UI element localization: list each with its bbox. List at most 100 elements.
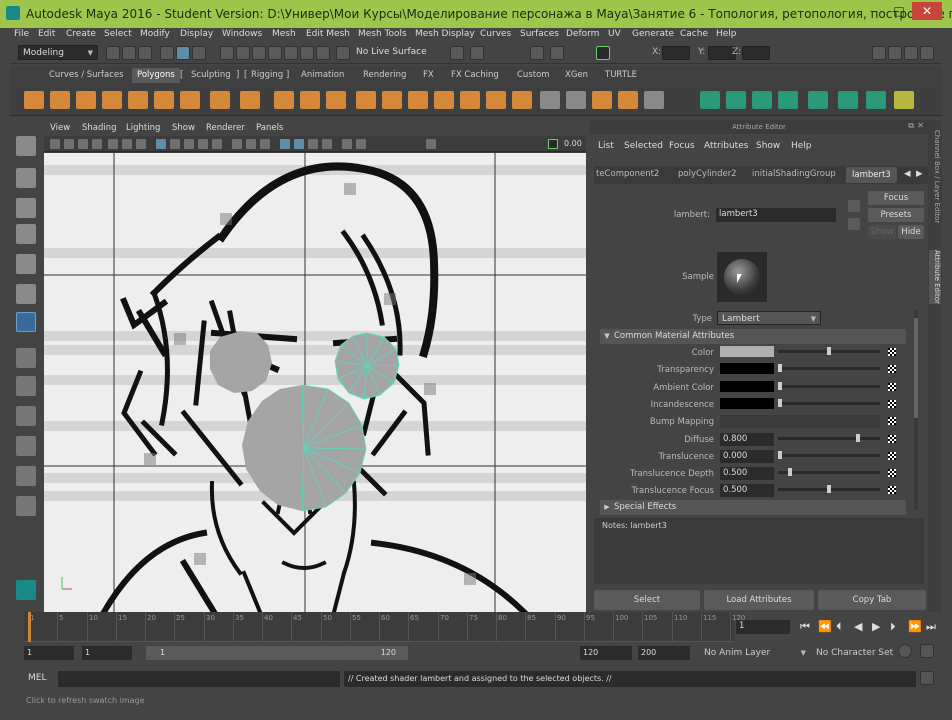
menu-modify[interactable]: Modify: [140, 29, 170, 39]
exposure-icon[interactable]: [356, 139, 366, 149]
tab-attribute-editor[interactable]: Attribute Editor: [929, 250, 941, 304]
go-to-start-icon[interactable]: ⏮: [800, 620, 810, 634]
gamma-icon[interactable]: [426, 139, 436, 149]
single-view-layout-icon[interactable]: [16, 348, 36, 368]
map-texture-icon[interactable]: [888, 400, 896, 408]
poly-torus-icon[interactable]: [154, 91, 174, 109]
map-texture-icon[interactable]: [888, 435, 896, 443]
menu-uv[interactable]: UV: [608, 29, 621, 39]
go-to-output-icon[interactable]: [848, 218, 860, 230]
playback-end-field[interactable]: 120: [580, 646, 632, 660]
gamma-value[interactable]: 0.00: [564, 139, 582, 148]
close-panel-icon[interactable]: ✕: [917, 121, 924, 130]
play-backward-icon[interactable]: ◀: [854, 620, 862, 633]
bevel-icon[interactable]: [434, 91, 454, 109]
menu-mesh-display[interactable]: Mesh Display: [415, 29, 475, 39]
presets-button[interactable]: Presets: [868, 208, 924, 222]
poly-sphere-icon[interactable]: [24, 91, 44, 109]
range-slider[interactable]: 1 120: [146, 646, 408, 660]
attribute-slider[interactable]: [778, 364, 880, 372]
poly-cylinder-icon[interactable]: [76, 91, 96, 109]
slider-handle[interactable]: [788, 468, 792, 476]
color-swatch[interactable]: [720, 346, 774, 357]
load-attributes-button[interactable]: Load Attributes: [704, 590, 814, 610]
close-button[interactable]: ✕: [912, 2, 942, 20]
menu-curves[interactable]: Curves: [480, 29, 511, 39]
vp-menu-lighting[interactable]: Lighting: [126, 123, 160, 133]
shelf-tab-curves-surfaces[interactable]: Curves / Surfaces: [44, 68, 129, 83]
slider-handle[interactable]: [856, 434, 860, 442]
uv-planar-icon[interactable]: [700, 91, 720, 109]
shelf-tab-fx[interactable]: FX: [418, 68, 439, 83]
map-texture-icon[interactable]: [888, 486, 896, 494]
scale-tool-icon[interactable]: [16, 284, 36, 304]
select-hierarchy-icon[interactable]: [160, 46, 174, 60]
color-swatch[interactable]: [720, 381, 774, 392]
wireframe-on-shaded-icon[interactable]: [184, 139, 194, 149]
menu-mesh-tools[interactable]: Mesh Tools: [358, 29, 407, 39]
snap-surface-icon[interactable]: [284, 46, 298, 60]
current-time-marker[interactable]: [28, 612, 31, 642]
offset-edge-loop-icon[interactable]: [566, 91, 586, 109]
ipr-render-icon[interactable]: [470, 46, 484, 60]
playback-start-field[interactable]: 1: [82, 646, 132, 660]
two-view-layout-icon[interactable]: [16, 406, 36, 426]
graph-layout-icon[interactable]: [16, 466, 36, 486]
menu-help[interactable]: Help: [716, 29, 737, 39]
select-tool-icon[interactable]: [16, 136, 36, 156]
vp-menu-shading[interactable]: Shading: [82, 123, 117, 133]
ae-menu-focus[interactable]: Focus: [669, 141, 695, 151]
script-language-toggle[interactable]: MEL: [28, 673, 46, 683]
bookmark-icon[interactable]: [78, 139, 88, 149]
modeling-toolkit-icon[interactable]: [872, 46, 886, 60]
animation-prefs-icon[interactable]: [920, 644, 934, 658]
combine-icon[interactable]: [274, 91, 294, 109]
attribute-slider[interactable]: [778, 485, 880, 493]
script-editor-icon[interactable]: [920, 671, 934, 685]
vp-menu-show[interactable]: Show: [172, 123, 195, 133]
poly-cone-icon[interactable]: [102, 91, 122, 109]
textured-icon[interactable]: [198, 139, 208, 149]
tool-settings-icon[interactable]: [904, 46, 918, 60]
shelf-tab-rendering[interactable]: Rendering: [358, 68, 411, 83]
vp-menu-view[interactable]: View: [50, 123, 70, 133]
delete-edge-icon[interactable]: [618, 91, 638, 109]
slider-handle[interactable]: [778, 451, 782, 459]
ambient-occlusion-icon[interactable]: [246, 139, 256, 149]
select-component-icon[interactable]: [192, 46, 206, 60]
go-to-end-icon[interactable]: ⏭: [926, 620, 936, 634]
attribute-editor-toggle-icon[interactable]: [888, 46, 902, 60]
uv-unfold-icon[interactable]: [808, 91, 828, 109]
camera-attributes-icon[interactable]: [64, 139, 74, 149]
attribute-value-field[interactable]: 0.500: [720, 484, 774, 497]
shelf-tab-custom[interactable]: Custom: [512, 68, 555, 83]
map-texture-icon[interactable]: [888, 452, 896, 460]
slider-handle[interactable]: [778, 399, 782, 407]
current-frame-field[interactable]: 1: [736, 620, 790, 634]
menu-edit-mesh[interactable]: Edit Mesh: [306, 29, 350, 39]
shelf-tab-polygons[interactable]: Polygons: [132, 68, 180, 83]
tab-lambert3[interactable]: lambert3: [846, 167, 897, 183]
time-ruler[interactable]: 1 5 10 15 20 25 30 35 40 45 50 55 60 65 70 75 80 85 90 95 10…: [24, 612, 745, 642]
float-panel-icon[interactable]: ⧉: [908, 121, 914, 131]
isolate-select-icon[interactable]: [308, 139, 318, 149]
focus-button[interactable]: Focus: [868, 191, 924, 205]
menu-windows[interactable]: Windows: [222, 29, 262, 39]
select-button[interactable]: Select: [594, 590, 700, 610]
attribute-value-field[interactable]: 0.800: [720, 433, 774, 446]
extrude-icon[interactable]: [382, 91, 402, 109]
image-plane-icon[interactable]: [92, 139, 102, 149]
attribute-slider[interactable]: [778, 399, 880, 407]
insert-edge-loop-icon[interactable]: [540, 91, 560, 109]
vp-menu-panels[interactable]: Panels: [256, 123, 283, 133]
sample-swatch[interactable]: [717, 252, 767, 302]
snap-grid-icon[interactable]: [220, 46, 234, 60]
attribute-slider[interactable]: [778, 468, 880, 476]
poly-platonic-icon[interactable]: [210, 91, 230, 109]
step-back-frame-icon[interactable]: ⏴: [836, 620, 842, 634]
open-scene-icon[interactable]: [122, 46, 136, 60]
attribute-slider[interactable]: [778, 382, 880, 390]
tab-prev-icon[interactable]: ◀: [904, 169, 911, 179]
menu-select[interactable]: Select: [104, 29, 132, 39]
menu-surfaces[interactable]: Surfaces: [520, 29, 559, 39]
